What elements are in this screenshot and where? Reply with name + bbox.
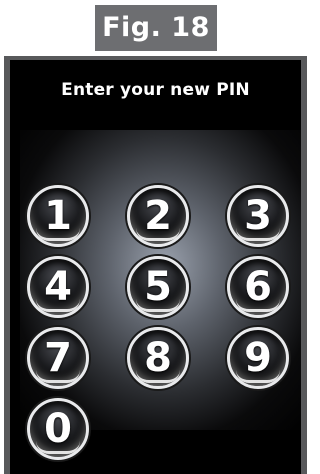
figure-label: Fig. 18 [95,5,217,51]
key-9[interactable]: 9 [227,327,289,389]
key-0[interactable]: 0 [27,398,89,460]
key-6[interactable]: 6 [227,256,289,318]
pin-prompt: Enter your new PIN [61,80,250,100]
key-2[interactable]: 2 [127,185,189,247]
device-screen: Enter your new PIN 1 2 3 4 5 6 7 8 9 0 [4,56,307,474]
key-1[interactable]: 1 [27,185,89,247]
key-8[interactable]: 8 [127,327,189,389]
key-7[interactable]: 7 [27,327,89,389]
key-4[interactable]: 4 [27,256,89,318]
key-5[interactable]: 5 [127,256,189,318]
key-3[interactable]: 3 [227,185,289,247]
